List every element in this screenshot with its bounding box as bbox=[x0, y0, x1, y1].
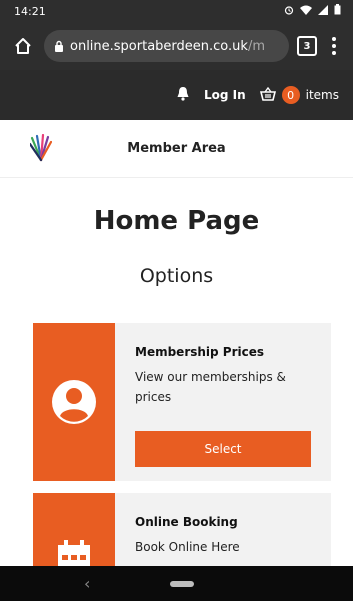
lock-icon bbox=[55, 40, 63, 52]
options-heading: Options bbox=[139, 265, 214, 287]
home-icon bbox=[15, 38, 31, 54]
card-description: Book Online Here bbox=[135, 540, 240, 554]
browser-menu-button[interactable] bbox=[325, 37, 343, 55]
page-title: Home Page bbox=[93, 206, 260, 236]
bell-icon[interactable] bbox=[176, 86, 190, 104]
home-pill[interactable] bbox=[170, 581, 194, 587]
menu-dot bbox=[332, 37, 336, 41]
card-body: Membership Prices View our memberships &… bbox=[115, 323, 331, 481]
status-time: 14:21 bbox=[14, 4, 46, 18]
status-icons bbox=[284, 4, 341, 18]
url-path: /m bbox=[247, 38, 265, 54]
system-nav-bar: ‹ bbox=[0, 566, 353, 601]
signal-icon bbox=[318, 4, 328, 18]
card-icon-panel bbox=[33, 493, 115, 573]
battery-icon bbox=[334, 4, 341, 18]
tab-switcher-button[interactable]: 3 bbox=[297, 36, 317, 56]
card-title: Membership Prices bbox=[135, 345, 265, 359]
url-host: online.sportaberdeen.co.uk bbox=[70, 38, 248, 54]
alarm-icon bbox=[284, 5, 294, 18]
cart-count-badge: 0 bbox=[281, 86, 300, 104]
site-topbar: Log In 0 items bbox=[0, 70, 353, 120]
card-title: Online Booking bbox=[135, 515, 238, 529]
header-title: Member Area bbox=[127, 141, 226, 156]
card-body: Online Booking Book Online Here bbox=[115, 493, 331, 573]
cart-items-label: items bbox=[305, 88, 339, 102]
user-icon bbox=[52, 380, 96, 424]
card-icon-panel bbox=[33, 323, 115, 481]
basket-icon bbox=[259, 86, 276, 104]
online-booking-card: Online Booking Book Online Here bbox=[33, 493, 331, 573]
browser-toolbar: online.sportaberdeen.co.uk/m 3 bbox=[0, 22, 353, 70]
address-bar[interactable]: online.sportaberdeen.co.uk/m bbox=[44, 30, 289, 62]
menu-dot bbox=[332, 51, 336, 55]
card-description: View our memberships & prices bbox=[135, 370, 286, 404]
membership-prices-card: Membership Prices View our memberships &… bbox=[33, 323, 331, 481]
cart-button[interactable]: 0 items bbox=[259, 86, 339, 104]
status-bar: 14:21 bbox=[0, 0, 353, 22]
menu-dot bbox=[332, 44, 336, 48]
back-icon[interactable]: ‹ bbox=[84, 574, 90, 593]
login-link[interactable]: Log In bbox=[204, 88, 246, 102]
browser-home-button[interactable] bbox=[10, 33, 36, 59]
membership-select-button[interactable]: Select bbox=[135, 431, 311, 467]
site-header: Member Area bbox=[0, 120, 353, 178]
wifi-icon bbox=[300, 5, 312, 18]
